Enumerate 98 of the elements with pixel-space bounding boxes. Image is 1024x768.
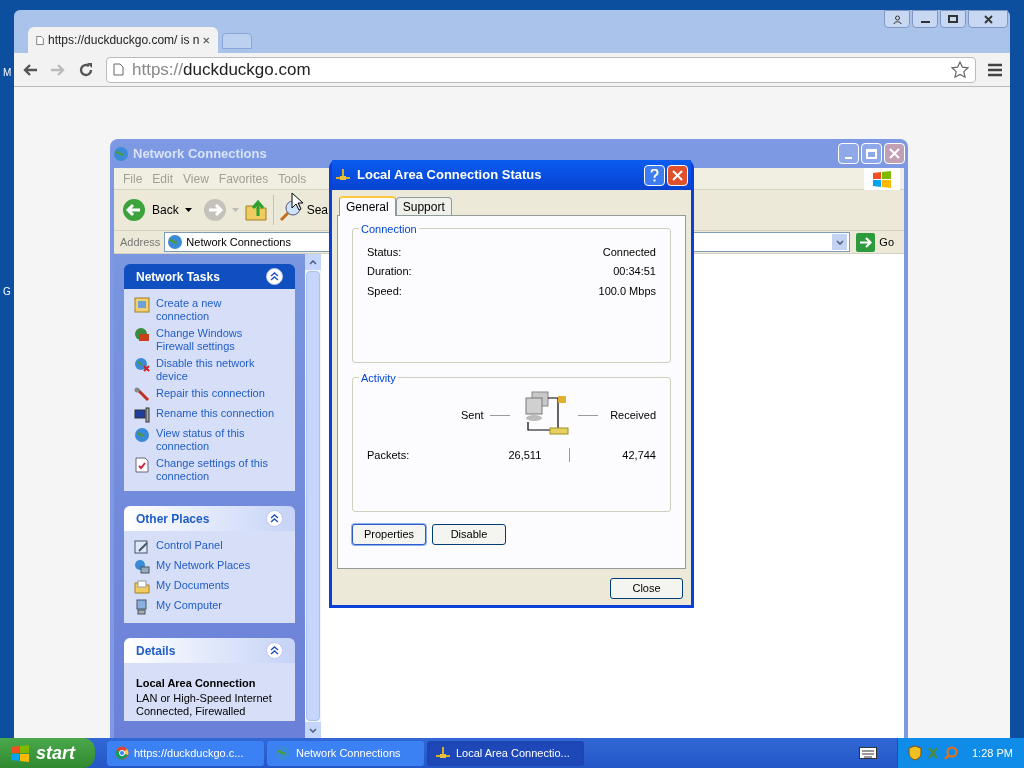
details-name: Local Area Connection xyxy=(136,676,257,691)
mouse-pointer-icon xyxy=(291,192,303,211)
network-computers-icon xyxy=(134,559,150,575)
field-value: 26,511 xyxy=(507,447,542,463)
task-link[interactable]: My Documents xyxy=(156,579,274,592)
collapse-button[interactable] xyxy=(266,642,283,659)
windows-flag-icon xyxy=(10,744,30,762)
arrow-right-icon xyxy=(856,232,876,252)
globe-icon xyxy=(134,427,150,443)
wrench-icon xyxy=(134,387,150,403)
received-label: Received xyxy=(610,407,656,423)
field-value: 100.0 Mbps xyxy=(598,283,656,299)
caret-icon xyxy=(184,208,192,212)
network-globe-icon xyxy=(167,234,184,250)
menu-icon[interactable] xyxy=(988,62,1002,77)
checklist-icon xyxy=(134,457,150,473)
chevron-up-icon xyxy=(309,259,317,265)
maximize-button[interactable] xyxy=(940,10,966,28)
dialog-button[interactable]: Disable xyxy=(432,524,506,545)
shield-icon[interactable] xyxy=(908,745,922,761)
task-link[interactable]: My Network Places xyxy=(156,559,274,572)
browser-tab[interactable]: https://duckduckgo.com/ is n xyxy=(28,27,218,53)
details-text: Connected, Firewalled xyxy=(136,704,247,718)
help-button[interactable] xyxy=(644,164,665,186)
taskbar-item[interactable]: Network Connections xyxy=(267,740,424,766)
question-mark-icon xyxy=(650,168,659,182)
folder-icon xyxy=(134,579,150,595)
close-icon xyxy=(983,14,993,24)
wizard-icon xyxy=(134,297,150,313)
field-value: 00:34:51 xyxy=(613,264,656,279)
dialog-title: Local Area Connection Status xyxy=(357,166,542,185)
close-icon xyxy=(889,148,900,159)
pane-header[interactable]: Other Places xyxy=(124,506,295,531)
collapse-button[interactable] xyxy=(266,268,283,285)
clock: 1:28 PM xyxy=(972,745,1013,761)
taskbar-item[interactable]: https://duckduckgo.c... xyxy=(107,740,264,766)
firewall-icon xyxy=(134,327,150,343)
network-globe-icon xyxy=(275,745,291,761)
back-button[interactable]: Back xyxy=(122,198,192,222)
window-title: Network Connections xyxy=(133,144,267,163)
task-link[interactable]: Control Panel xyxy=(156,539,274,552)
go-button[interactable]: Go xyxy=(856,232,895,252)
reload-icon[interactable] xyxy=(78,61,94,78)
address-bar[interactable]: https://duckduckgo.com xyxy=(106,56,976,83)
star-icon[interactable] xyxy=(951,60,969,79)
address-label: Address xyxy=(120,234,161,250)
minimize-button[interactable] xyxy=(912,10,938,28)
chevron-down-icon xyxy=(835,239,844,245)
dialog-button[interactable]: Properties xyxy=(352,524,426,545)
collapse-button[interactable] xyxy=(266,510,283,527)
task-link[interactable]: Disable this network device xyxy=(156,357,274,383)
pane-header[interactable]: Details xyxy=(124,638,295,663)
desktop-icon-label: G xyxy=(3,285,11,299)
pane-header[interactable]: Network Tasks xyxy=(124,264,295,289)
task-link[interactable]: Change Windows Firewall settings xyxy=(156,327,274,353)
taskbar-item[interactable]: Local Area Connectio... xyxy=(427,740,584,766)
close-button[interactable] xyxy=(968,10,1008,28)
computer-icon xyxy=(134,599,150,615)
double-chevron-up-icon xyxy=(270,514,279,523)
field-label: Speed: xyxy=(367,283,402,299)
windows-flag-icon xyxy=(872,169,892,188)
close-icon[interactable] xyxy=(203,35,210,45)
globe-icon xyxy=(134,357,150,373)
task-link[interactable]: Change settings of this connection xyxy=(156,457,274,483)
double-chevron-up-icon xyxy=(270,646,279,655)
page-icon xyxy=(113,63,124,76)
folder-up-icon[interactable] xyxy=(243,198,268,222)
chevron-down-icon xyxy=(309,727,317,733)
field-value: 42,744 xyxy=(622,447,656,463)
control-panel-icon xyxy=(134,539,150,555)
field-label: Packets: xyxy=(367,447,410,463)
close-dialog-button[interactable]: Close xyxy=(610,578,683,599)
dialog-tab[interactable]: Support xyxy=(395,197,452,215)
task-link[interactable]: Rename this connection xyxy=(156,407,274,420)
dropdown-button[interactable] xyxy=(832,234,848,250)
sent-label: Sent xyxy=(461,407,484,423)
person-icon xyxy=(892,14,902,24)
back-arrow-icon[interactable] xyxy=(22,62,38,77)
dialog-tab[interactable]: General xyxy=(339,196,396,216)
network-globe-icon xyxy=(113,145,129,162)
details-text: LAN or High-Speed Internet xyxy=(136,691,273,705)
double-chevron-up-icon xyxy=(270,272,279,281)
field-label: Status: xyxy=(367,244,402,260)
task-link[interactable]: View status of this connection xyxy=(156,427,274,453)
field-value: Connected xyxy=(602,244,656,260)
page-icon xyxy=(36,33,45,47)
profile-button[interactable] xyxy=(884,10,910,28)
desktop-icon-label: M xyxy=(3,66,12,80)
task-link[interactable]: Create a new connection xyxy=(156,297,274,323)
scrollbar[interactable] xyxy=(305,254,321,738)
field-label: Duration: xyxy=(367,264,412,279)
keyboard-icon[interactable] xyxy=(859,747,877,759)
task-link[interactable]: Repair this connection xyxy=(156,387,274,400)
task-link[interactable]: My Computer xyxy=(156,599,274,612)
start-button[interactable]: start xyxy=(0,738,95,768)
monitor-icon xyxy=(134,407,150,423)
browser-logo-icon xyxy=(115,746,129,760)
close-icon xyxy=(672,169,683,181)
